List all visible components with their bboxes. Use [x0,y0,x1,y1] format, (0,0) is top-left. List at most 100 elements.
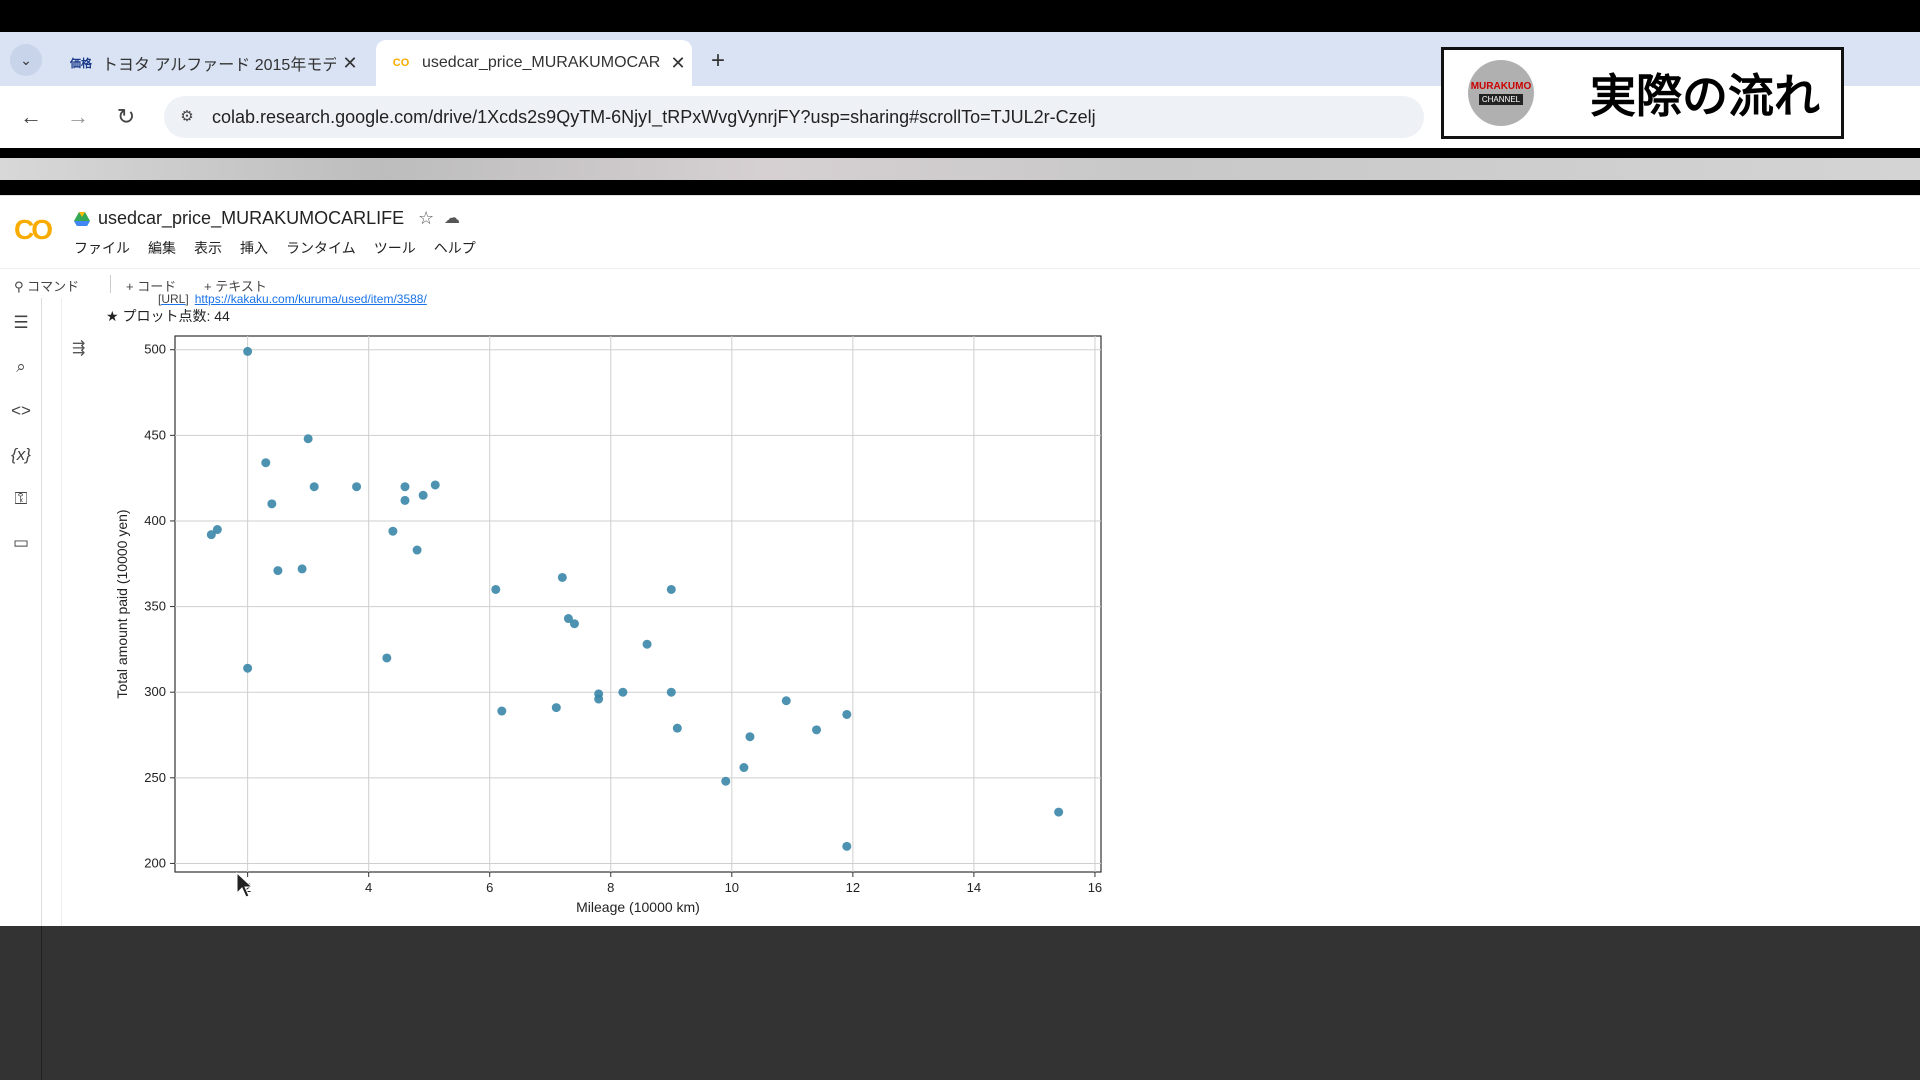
url-input[interactable]: ⚙ colab.research.google.com/drive/1Xcds2… [164,96,1424,138]
toolbar-separator [110,275,111,293]
menu-edit[interactable]: 編集 [148,238,176,258]
url-link-text[interactable]: https://kakaku.com/kuruma/used/item/3588… [195,292,427,306]
data-point [267,499,277,509]
arrow-right-icon: → [67,104,89,129]
data-point [388,526,398,536]
notebook-title[interactable]: usedcar_price_MURAKUMOCARLIFE [98,208,404,229]
data-point [412,545,422,555]
tab-kakaku[interactable]: 価格 トヨタ アルファード 2015年モデル ハ ✕ [56,40,364,86]
y-axis-label: Total amount paid (10000 yen) [114,509,130,698]
y-tick-label: 250 [144,770,166,785]
search-icon: ⚲ [14,279,24,294]
menu-view[interactable]: 表示 [194,238,222,258]
x-tick-label: 8 [607,880,614,895]
data-point [618,687,628,697]
logo-subtext: CHANNEL [1478,94,1524,105]
caption-text: 実際の流れ [1590,70,1820,122]
reload-button[interactable]: ↻ [111,102,141,132]
menu-help[interactable]: ヘルプ [434,238,476,258]
y-tick-label: 500 [144,342,166,357]
x-axis-label: Mileage (10000 km) [576,899,700,915]
site-settings-icon[interactable]: ⚙ [176,106,198,128]
drive-icon [74,212,90,226]
data-point [666,584,676,594]
cell-gutter [42,298,62,926]
close-icon[interactable]: ✕ [664,53,692,74]
command-palette-button[interactable]: ⚲ コマンド [14,276,79,295]
menu-bar: ファイル 編集 表示 挿入 ランタイム ツール ヘルプ [74,238,494,258]
data-point [261,458,271,468]
x-tick-label: 4 [365,880,372,895]
data-point [739,763,749,773]
url-prefix: [URL] [158,292,189,306]
data-point [745,732,755,742]
data-point [594,694,604,704]
variables-icon[interactable]: {x} [8,442,34,468]
output-options-icon[interactable]: ⇶ [72,338,85,358]
y-tick-label: 200 [144,855,166,870]
y-tick-label: 400 [144,513,166,528]
menu-insert[interactable]: 挿入 [240,238,268,258]
kakaku-favicon-icon: 価格 [70,58,92,70]
data-point [721,776,731,786]
data-point [243,346,253,356]
channel-logo: MURAKUMO CHANNEL [1468,60,1534,126]
star-icon[interactable]: ☆ [418,208,434,229]
tab-title: usedcar_price_MURAKUMOCAR [422,54,661,71]
y-tick-label: 450 [144,427,166,442]
data-point [491,584,501,594]
scatter-plot: 246810121416200250300350400450500Mileage… [114,335,1102,915]
data-point [212,525,222,535]
video-caption-overlay: MURAKUMO CHANNEL 実際の流れ [1441,47,1844,139]
colab-app: CO usedcar_price_MURAKUMOCARLIFE ☆ ☁ ファイ… [0,196,1920,926]
output-url-link[interactable]: [URL] https://kakaku.com/kuruma/used/item… [158,292,427,306]
data-point [842,709,852,719]
data-point [666,687,676,697]
plot-frame [174,335,1102,873]
new-tab-button[interactable]: + [704,48,732,76]
table-of-contents-icon[interactable]: ☰ [8,310,34,336]
data-point [297,564,307,574]
dark-bottom-area [0,926,1920,1080]
data-point [430,480,440,490]
code-snippets-icon[interactable]: <> [8,398,34,424]
data-point [569,619,579,629]
data-point [400,482,410,492]
data-point [352,482,362,492]
y-tick-label: 300 [144,684,166,699]
cloud-icon[interactable]: ☁ [444,208,460,228]
data-point [243,663,253,673]
menu-runtime[interactable]: ランタイム [286,238,356,258]
y-tick-label: 350 [144,599,166,614]
x-tick-label: 12 [846,880,860,895]
forward-button[interactable]: → [63,102,93,132]
close-icon[interactable]: ✕ [336,53,364,74]
tab-title: トヨタ アルファード 2015年モデル ハ [102,57,336,74]
menu-tools[interactable]: ツール [374,238,416,258]
x-tick-label: 6 [486,880,493,895]
folder-icon[interactable]: ▭ [8,530,34,556]
data-point [303,434,313,444]
logo-text: MURAKUMO [1470,81,1532,92]
command-label: コマンド [27,279,80,294]
colab-logo[interactable]: CO [14,214,53,246]
tab-colab[interactable]: CO usedcar_price_MURAKUMOCAR ✕ [376,40,692,86]
data-point [309,482,319,492]
data-point [642,639,652,649]
chevron-down-icon: ⌄ [20,51,32,68]
data-point [273,566,283,576]
top-black-bar [0,0,1920,32]
x-tick-label: 16 [1088,880,1102,895]
tab-list-button[interactable]: ⌄ [10,44,42,76]
colab-favicon-icon: CO [392,57,410,69]
find-icon[interactable]: ⌕ [8,354,34,380]
data-point [382,653,392,663]
plus-icon: + [710,47,725,74]
back-button[interactable]: ← [16,102,46,132]
data-point [400,495,410,505]
data-point [672,723,682,733]
menu-file[interactable]: ファイル [74,238,130,258]
blurred-bookmarks-bar [0,158,1920,180]
sidebar-border [41,926,42,1080]
key-icon[interactable]: ⚿ [8,486,34,512]
